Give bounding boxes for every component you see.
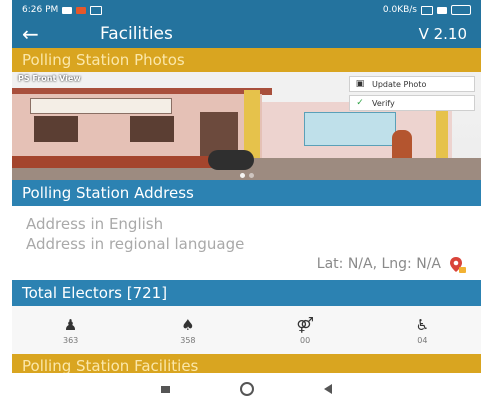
verify-button[interactable]: ✓ Verify	[349, 95, 475, 111]
electors-section-header: Total Electors [721]	[12, 280, 481, 306]
female-electors: ♠ 358	[153, 316, 223, 345]
recent-apps-icon[interactable]	[161, 385, 170, 393]
notification-icon	[62, 6, 73, 14]
male-count: 363	[62, 335, 79, 345]
camera-icon: ▣	[355, 79, 365, 89]
status-time: 6:26 PM	[22, 5, 59, 15]
third-gender-icon: ⚤	[296, 315, 314, 334]
photo-motorbike	[208, 150, 254, 170]
third-gender-electors: ⚤ 00	[270, 316, 340, 345]
lat-lng-text: Lat: N/A, Lng: N/A	[316, 256, 441, 272]
male-icon: ♟	[63, 315, 78, 334]
pwd-count: 04	[417, 335, 428, 345]
polling-station-photo[interactable]: PS Front View ▣ Update Photo ✓ Verify	[12, 72, 481, 180]
verify-label: Verify	[372, 98, 395, 108]
photo-caption: PS Front View	[18, 74, 81, 83]
system-back-icon[interactable]	[324, 384, 332, 394]
pwd-electors: ♿ 04	[387, 316, 457, 345]
map-pin-icon[interactable]	[449, 256, 467, 274]
status-bar: 6:26 PM 0.0KB/s	[12, 0, 481, 20]
photo-pager	[12, 173, 481, 178]
electors-breakdown: ♟ 363 ♠ 358 ⚤ 00 ♿ 04	[12, 306, 481, 354]
address-regional: Address in regional language	[26, 235, 245, 253]
update-photo-label: Update Photo	[372, 79, 427, 89]
photo-actions: ▣ Update Photo ✓ Verify	[349, 76, 475, 114]
battery-icon	[451, 5, 471, 15]
signal-icon	[437, 6, 447, 14]
third-gender-count: 00	[300, 335, 311, 345]
male-electors: ♟ 363	[36, 316, 106, 345]
check-icon: ✓	[356, 98, 364, 108]
photo-window	[130, 116, 174, 142]
update-photo-button[interactable]: ▣ Update Photo	[349, 76, 475, 92]
home-icon[interactable]	[240, 382, 254, 396]
app-version: V 2.10	[418, 25, 467, 43]
address-section-header: Polling Station Address	[12, 180, 481, 206]
system-navigation-bar	[12, 373, 481, 405]
phone-screen: 6:26 PM 0.0KB/s ← Facilities V 2.10 Poll…	[12, 0, 481, 405]
pager-dot[interactable]	[239, 173, 245, 178]
female-count: 358	[180, 335, 196, 345]
address-panel: Address in English Address in regional l…	[12, 206, 481, 280]
app-bar: ← Facilities V 2.10	[12, 20, 481, 48]
pager-dot[interactable]	[248, 173, 254, 178]
female-icon: ♠	[181, 315, 195, 334]
back-arrow-icon[interactable]: ←	[22, 24, 52, 44]
address-english: Address in English	[26, 215, 164, 233]
wifi-icon	[421, 5, 433, 15]
photo-bricks	[12, 156, 222, 168]
photos-section-header: Polling Station Photos	[12, 48, 481, 72]
photo-person	[392, 130, 412, 160]
photo-noticeboard	[304, 112, 396, 146]
photo-signboard	[30, 98, 172, 114]
wheelchair-icon: ♿	[415, 315, 430, 334]
photo-window	[34, 116, 78, 142]
page-title: Facilities	[100, 24, 173, 44]
screenshot-icon	[90, 5, 103, 15]
app-notification-icon	[76, 6, 87, 14]
network-speed: 0.0KB/s	[382, 5, 417, 15]
